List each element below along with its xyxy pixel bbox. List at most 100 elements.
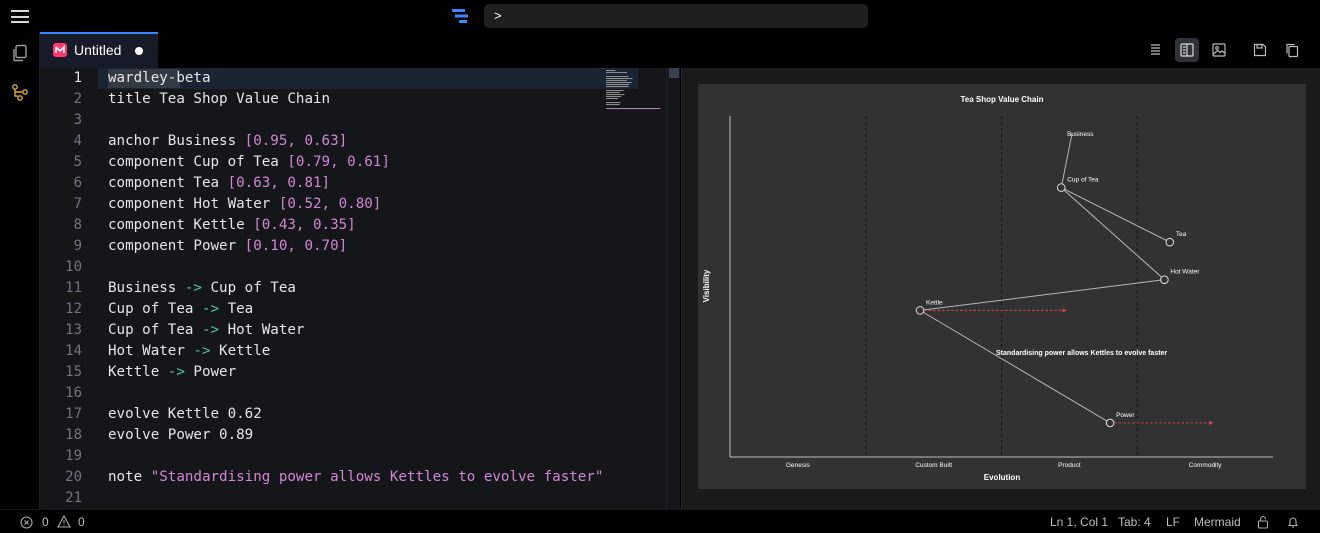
split-view-button[interactable]: [1175, 38, 1199, 62]
error-icon[interactable]: [20, 516, 33, 529]
copy-icon: [1286, 43, 1299, 58]
wardley-map-canvas: Tea Shop Value Chain Visibility Evolutio…: [702, 95, 1273, 482]
minimap-line: [606, 70, 616, 72]
map-note: Standardising power allows Kettles to ev…: [996, 350, 1167, 357]
line-number: 8: [73, 217, 82, 233]
save-icon: [1253, 43, 1267, 57]
code-token: evolve Kettle 0.62: [108, 406, 262, 422]
copy-button[interactable]: [1280, 38, 1304, 62]
warning-icon[interactable]: [57, 515, 71, 528]
code-token: wardley-beta: [108, 70, 211, 86]
minimap-line: [606, 78, 633, 80]
code-line: evolve Power 0.89: [108, 425, 253, 446]
minimap-line: [606, 92, 620, 94]
scrollbar-thumb[interactable]: [669, 68, 679, 78]
component-label: Power: [1116, 412, 1135, 419]
code-editor[interactable]: 1 2 3 4 5 6 7 8 9 10 11 12 13 14 15 16 17 18 19 20 21 wardle…: [40, 68, 680, 509]
line-number: 7: [73, 196, 82, 212]
code-token: ->: [193, 343, 211, 359]
bell-icon[interactable]: [1287, 515, 1299, 529]
code-token: ->: [201, 301, 220, 317]
minimap-line: [606, 96, 622, 98]
wardley-map[interactable]: Tea Shop Value Chain Visibility Evolutio…: [698, 84, 1306, 489]
line-number-gutter: 1 2 3 4 5 6 7 8 9 10 11 12 13 14 15 16 17 18 19 20 21: [40, 68, 98, 509]
stage-label: Product: [1058, 462, 1081, 469]
mermaid-file-icon: [53, 43, 67, 57]
minimap-line: [606, 94, 625, 96]
editor-scrollbar[interactable]: [666, 68, 680, 509]
code-token: [0.52, 0.80]: [278, 196, 382, 212]
line-number: 4: [73, 133, 82, 149]
code-token: [0.95, 0.63]: [244, 133, 348, 149]
code-token: component Power: [108, 238, 245, 254]
line-number: 12: [65, 301, 82, 317]
minimap-line: [606, 80, 627, 82]
code-token: Hot Water: [108, 343, 194, 359]
language-mode[interactable]: Mermaid: [1194, 515, 1241, 529]
line-number: 21: [65, 490, 82, 506]
line-number: 5: [73, 154, 82, 170]
code-line: component Tea [0.63, 0.81]: [108, 173, 330, 194]
component-label: Tea: [1176, 231, 1187, 238]
minimap[interactable]: [600, 68, 666, 110]
code-token: component Hot Water: [108, 196, 279, 212]
diagram-icon[interactable]: [11, 83, 29, 101]
line-number: 14: [65, 343, 82, 359]
stage-label: Genesis: [786, 462, 811, 469]
line-number: 2: [73, 91, 82, 107]
tab-label: Untitled: [74, 42, 122, 58]
activity-bar: [0, 32, 40, 509]
minimap-line: [606, 90, 624, 92]
minimap-line: [606, 102, 621, 104]
line-number: 17: [65, 406, 82, 422]
status-bar: 0 0 Ln 1, Col 1 Tab: 4 LF Mermaid: [0, 509, 1320, 533]
cursor-position[interactable]: Ln 1, Col 1: [1050, 515, 1108, 529]
files-icon[interactable]: [11, 44, 29, 62]
component-label: Hot Water: [1170, 269, 1200, 276]
minimap-line: [606, 82, 632, 84]
code-line: Cup of Tea -> Hot Water: [108, 320, 304, 341]
image-icon: [1212, 43, 1226, 57]
editor-only-button[interactable]: [1143, 38, 1167, 62]
tab-size[interactable]: Tab: 4: [1118, 515, 1151, 529]
warning-count[interactable]: 0: [78, 515, 85, 529]
dependency-link: [919, 279, 1165, 311]
code-token: Tea: [219, 301, 254, 317]
code-line: component Power [0.10, 0.70]: [108, 236, 347, 257]
code-token: ->: [201, 322, 220, 338]
code-token: [0.79, 0.61]: [287, 154, 390, 170]
component-label: Kettle: [926, 299, 943, 306]
preview-only-button[interactable]: [1207, 38, 1231, 62]
dependency-link: [1060, 187, 1165, 281]
menu-icon[interactable]: [11, 10, 29, 23]
code-line: Business -> Cup of Tea: [108, 278, 296, 299]
dependency-link: [919, 309, 1111, 424]
line-ending[interactable]: LF: [1166, 515, 1180, 529]
line-number: 1: [73, 70, 82, 86]
app-logo-icon: [452, 9, 468, 23]
code-token: component Kettle: [108, 217, 254, 233]
save-button[interactable]: [1248, 38, 1272, 62]
command-input[interactable]: >: [484, 4, 868, 28]
code-token: Kettle: [108, 364, 168, 380]
anchor-label: Business: [1067, 131, 1094, 138]
component-node: [1105, 418, 1115, 428]
error-count[interactable]: 0: [42, 515, 49, 529]
minimap-line: [606, 86, 629, 88]
preview-panel: Tea Shop Value Chain Visibility Evolutio…: [681, 68, 1320, 509]
code-line: note "Standardising power allows Kettles…: [108, 467, 680, 488]
code-line: evolve Kettle 0.62: [108, 404, 262, 425]
code-token: Kettle: [210, 343, 271, 359]
stage-label: Commodity: [1189, 462, 1223, 469]
code-line: Cup of Tea -> Tea: [108, 299, 253, 320]
line-number: 18: [65, 427, 82, 443]
tab-untitled[interactable]: Untitled: [40, 32, 158, 68]
code-token: ->: [184, 280, 202, 296]
code-token: component Cup of Tea: [108, 154, 288, 170]
unsaved-dot-icon[interactable]: [135, 47, 143, 55]
component-node: [915, 306, 925, 315]
line-number: 3: [73, 112, 82, 128]
dependency-link: [1061, 187, 1171, 243]
lock-icon[interactable]: [1257, 515, 1269, 529]
